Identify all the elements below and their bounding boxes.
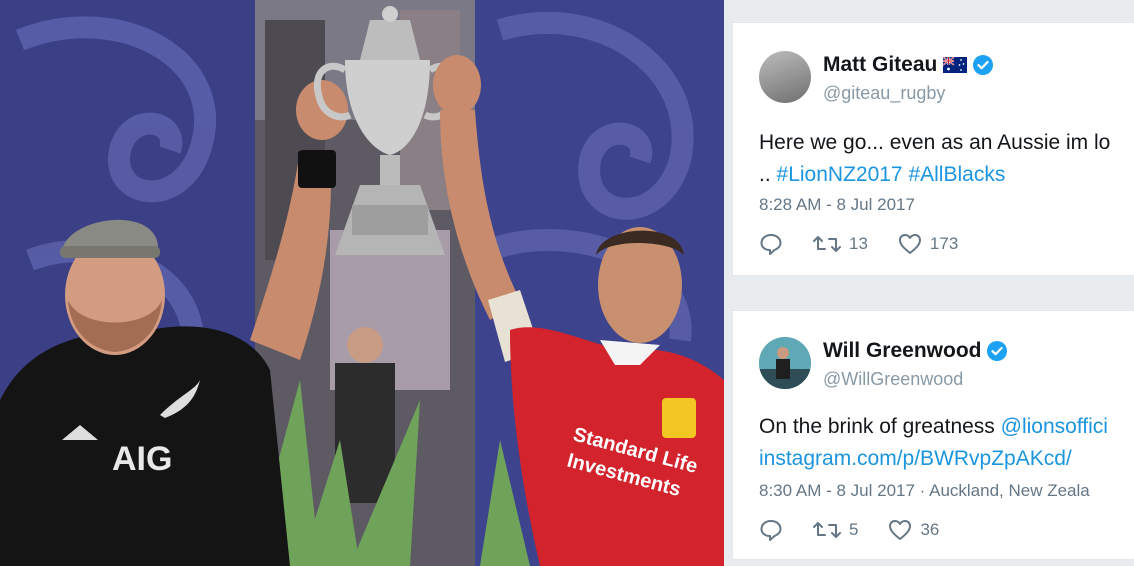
reply-button[interactable]: [759, 519, 783, 541]
lions-crest-icon: [662, 398, 696, 438]
tweet-timestamp[interactable]: 8:30 AM - 8 Jul 2017 · Auckland, New Zea…: [759, 481, 1090, 501]
hashtag-link[interactable]: #AllBlacks: [908, 163, 1005, 186]
like-button[interactable]: 173: [898, 233, 958, 255]
retweet-button[interactable]: 5: [813, 519, 858, 541]
tweet-text-line-2-prefix: ..: [759, 163, 771, 186]
reply-button[interactable]: [759, 233, 783, 255]
retweet-count: 13: [849, 234, 868, 253]
tweets-column: Matt Giteau @giteau_rugby Here we go... …: [724, 0, 1134, 566]
verified-badge-icon: [987, 341, 1008, 361]
tweet-text-line-1: On the brink of greatness @lionsoffici: [759, 411, 1108, 443]
tweet-author-row: Matt Giteau: [823, 53, 994, 77]
retweet-icon: [813, 233, 841, 255]
tweet-actions: 5 36: [759, 519, 939, 541]
tweet-timestamp[interactable]: 8:28 AM - 8 Jul 2017: [759, 195, 915, 215]
author-display-name[interactable]: Matt Giteau: [823, 53, 937, 77]
instagram-link[interactable]: instagram.com/p/BWRvpZpAKcd/: [759, 443, 1108, 475]
trophy-photo-illustration: AIG Standard Life Investments: [0, 0, 724, 566]
verified-badge-icon: [973, 55, 994, 75]
tweet-card[interactable]: Will Greenwood @WillGreenwood On the bri…: [732, 310, 1134, 560]
mention-link[interactable]: @lionsoffici: [1001, 415, 1108, 438]
tweet-actions: 13 173: [759, 233, 958, 255]
tweet-author-row: Will Greenwood: [823, 339, 1008, 363]
tweet-text: Here we go... even as an Aussie im lo ..…: [759, 127, 1110, 191]
tweet-card[interactable]: Matt Giteau @giteau_rugby Here we go... …: [732, 22, 1134, 276]
retweet-icon: [813, 519, 841, 541]
author-display-name[interactable]: Will Greenwood: [823, 339, 981, 363]
reply-icon: [759, 519, 783, 541]
like-button[interactable]: 36: [888, 519, 939, 541]
tweet-text: On the brink of greatness @lionsoffici i…: [759, 411, 1108, 475]
avatar[interactable]: [759, 51, 811, 103]
author-handle[interactable]: @giteau_rugby: [823, 83, 945, 104]
avatar[interactable]: [759, 337, 811, 389]
heart-icon: [888, 519, 912, 541]
trophy-photo: AIG Standard Life Investments: [0, 0, 724, 566]
aig-sponsor-text: AIG: [112, 440, 172, 478]
like-count: 173: [929, 234, 959, 253]
tweet-text-line-1-prefix: On the brink of greatness: [759, 415, 1001, 438]
retweet-count: 5: [849, 520, 859, 539]
heart-icon: [898, 233, 922, 255]
like-count: 36: [920, 520, 940, 539]
retweet-button[interactable]: 13: [813, 233, 868, 255]
tweet-text-line-1: Here we go... even as an Aussie im lo: [759, 131, 1111, 154]
reply-icon: [759, 233, 783, 255]
hashtag-link[interactable]: #LionNZ2017: [777, 163, 903, 186]
tweet-text-line-2: .. #LionNZ2017 #AllBlacks: [759, 159, 1110, 191]
author-handle[interactable]: @WillGreenwood: [823, 369, 963, 390]
australia-flag-icon: [942, 56, 968, 73]
